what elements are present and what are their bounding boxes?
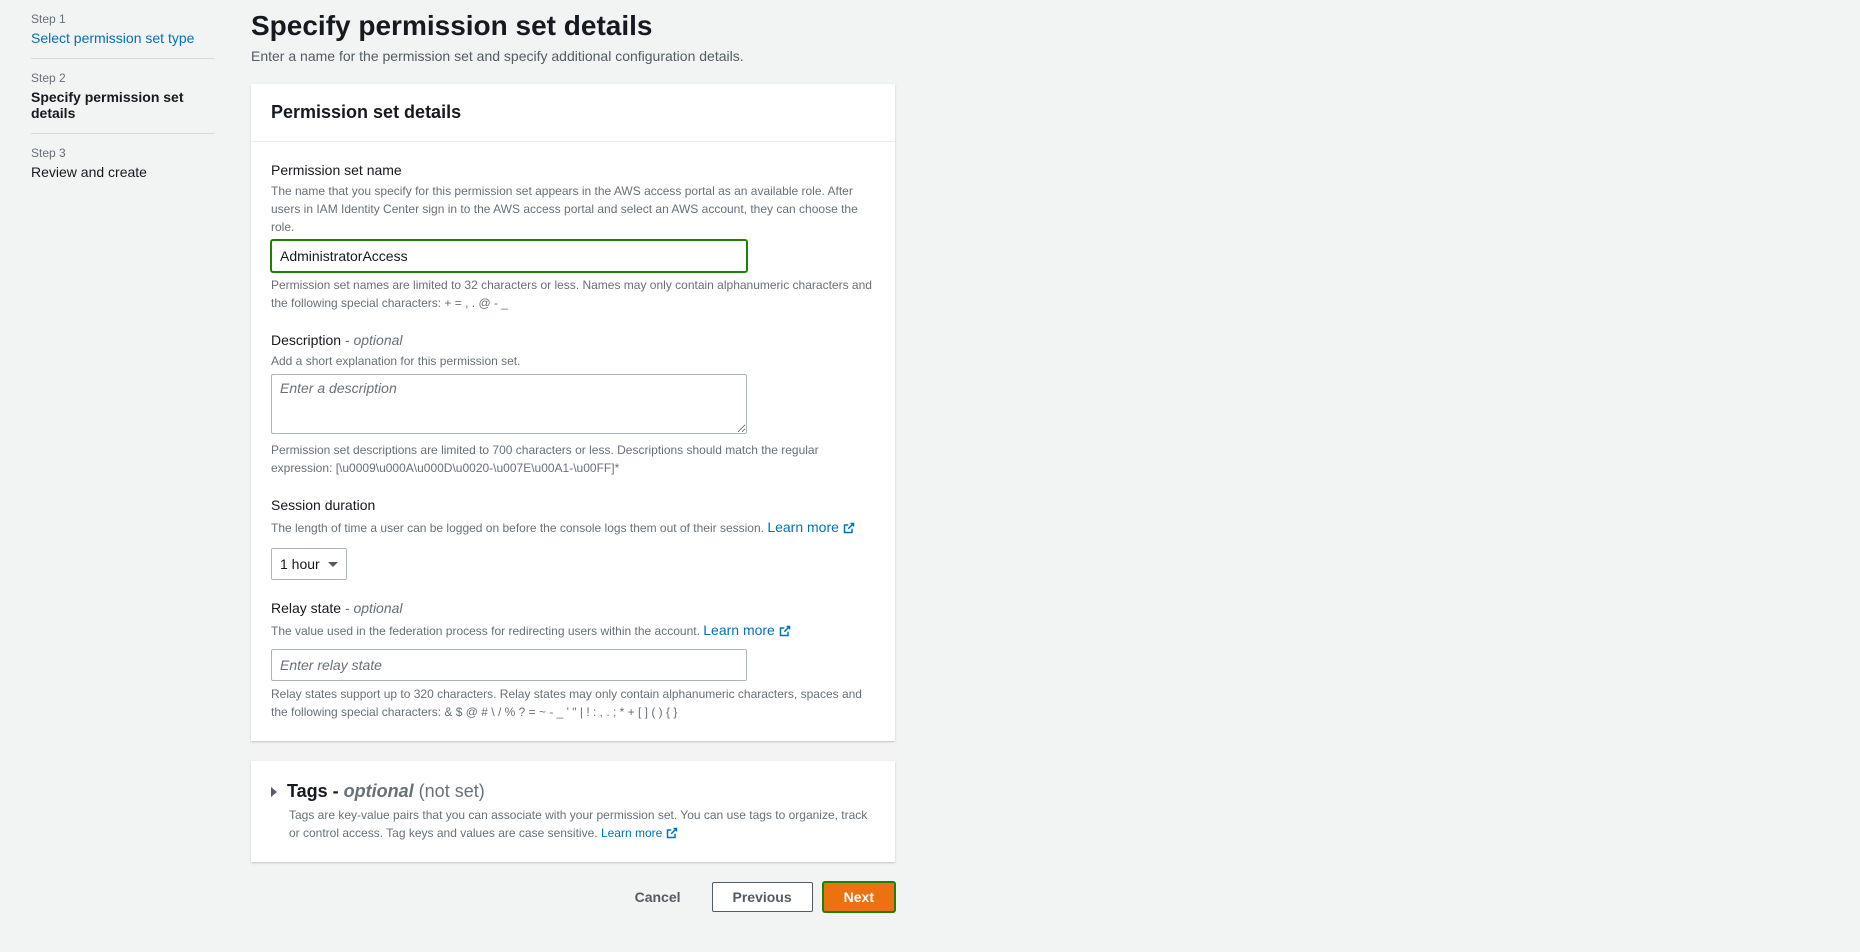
description-hint: Add a short explanation for this permiss… — [271, 352, 875, 370]
description-label: Description - optional — [271, 332, 875, 348]
tags-optional: optional — [344, 781, 414, 801]
external-link-icon — [843, 522, 855, 534]
step-2-title: Specify permission set details — [31, 89, 215, 121]
relay-hint: The value used in the federation process… — [271, 620, 875, 641]
field-relay-state: Relay state - optional The value used in… — [271, 600, 875, 721]
step-1[interactable]: Step 1 Select permission set type — [31, 8, 215, 59]
field-session-duration: Session duration The length of time a us… — [271, 497, 875, 580]
relay-label: Relay state - optional — [271, 600, 875, 616]
step-3-title: Review and create — [31, 164, 215, 180]
learn-more-text: Learn more — [767, 517, 839, 538]
external-link-icon — [666, 827, 678, 839]
optional-suffix: - optional — [341, 332, 402, 348]
description-constraint: Permission set descriptions are limited … — [271, 441, 875, 477]
description-textarea[interactable] — [271, 374, 747, 434]
learn-more-text: Learn more — [703, 620, 775, 641]
description-label-text: Description — [271, 332, 341, 348]
wizard-steps-nav: Step 1 Select permission set type Step 2… — [15, 8, 215, 912]
permission-set-details-panel: Permission set details Permission set na… — [251, 84, 895, 741]
tags-description: Tags are key-value pairs that you can as… — [289, 806, 875, 842]
session-hint-text: The length of time a user can be logged … — [271, 521, 767, 535]
tags-panel: Tags - optional (not set) Tags are key-v… — [251, 761, 895, 862]
session-duration-select[interactable]: 1 hour — [271, 548, 347, 580]
relay-state-input[interactable] — [271, 649, 747, 681]
optional-suffix: - optional — [341, 600, 402, 616]
tags-header-row: Tags - optional (not set) — [271, 781, 875, 802]
step-2-number: Step 2 — [31, 71, 215, 85]
previous-button[interactable]: Previous — [712, 882, 813, 912]
tags-title-text: Tags - — [287, 781, 344, 801]
session-label: Session duration — [271, 497, 875, 513]
field-permission-set-name: Permission set name The name that you sp… — [271, 162, 875, 312]
page-title: Specify permission set details — [251, 10, 895, 42]
step-2: Step 2 Specify permission set details — [31, 67, 215, 134]
learn-more-text: Learn more — [601, 824, 662, 842]
session-hint: The length of time a user can be logged … — [271, 517, 875, 538]
panel-header: Permission set details — [251, 84, 895, 142]
panel-title: Permission set details — [271, 102, 875, 123]
session-duration-value: 1 hour — [280, 556, 320, 572]
relay-hint-text: The value used in the federation process… — [271, 624, 703, 638]
field-description: Description - optional Add a short expla… — [271, 332, 875, 477]
wizard-footer: Cancel Previous Next — [251, 882, 895, 912]
step-1-number: Step 1 — [31, 12, 215, 26]
chevron-down-icon — [328, 562, 338, 567]
tags-learn-more-link[interactable]: Learn more — [601, 824, 678, 842]
name-label: Permission set name — [271, 162, 875, 178]
relay-label-text: Relay state — [271, 600, 341, 616]
relay-constraint: Relay states support up to 320 character… — [271, 685, 875, 721]
tags-desc-text: Tags are key-value pairs that you can as… — [289, 808, 867, 840]
expand-toggle-icon[interactable] — [271, 787, 277, 797]
step-1-title[interactable]: Select permission set type — [31, 30, 215, 46]
permission-set-name-input[interactable] — [271, 240, 747, 272]
tags-title: Tags - optional (not set) — [287, 781, 485, 802]
page-subtitle: Enter a name for the permission set and … — [251, 48, 895, 64]
relay-learn-more-link[interactable]: Learn more — [703, 620, 791, 641]
next-button[interactable]: Next — [823, 882, 895, 912]
step-3-number: Step 3 — [31, 146, 215, 160]
step-3: Step 3 Review and create — [31, 142, 215, 192]
cancel-button[interactable]: Cancel — [614, 882, 702, 912]
main-content: Specify permission set details Enter a n… — [215, 8, 895, 912]
session-learn-more-link[interactable]: Learn more — [767, 517, 855, 538]
name-hint: The name that you specify for this permi… — [271, 182, 875, 236]
tags-notset: (not set) — [414, 781, 485, 801]
name-constraint: Permission set names are limited to 32 c… — [271, 276, 875, 312]
external-link-icon — [779, 625, 791, 637]
